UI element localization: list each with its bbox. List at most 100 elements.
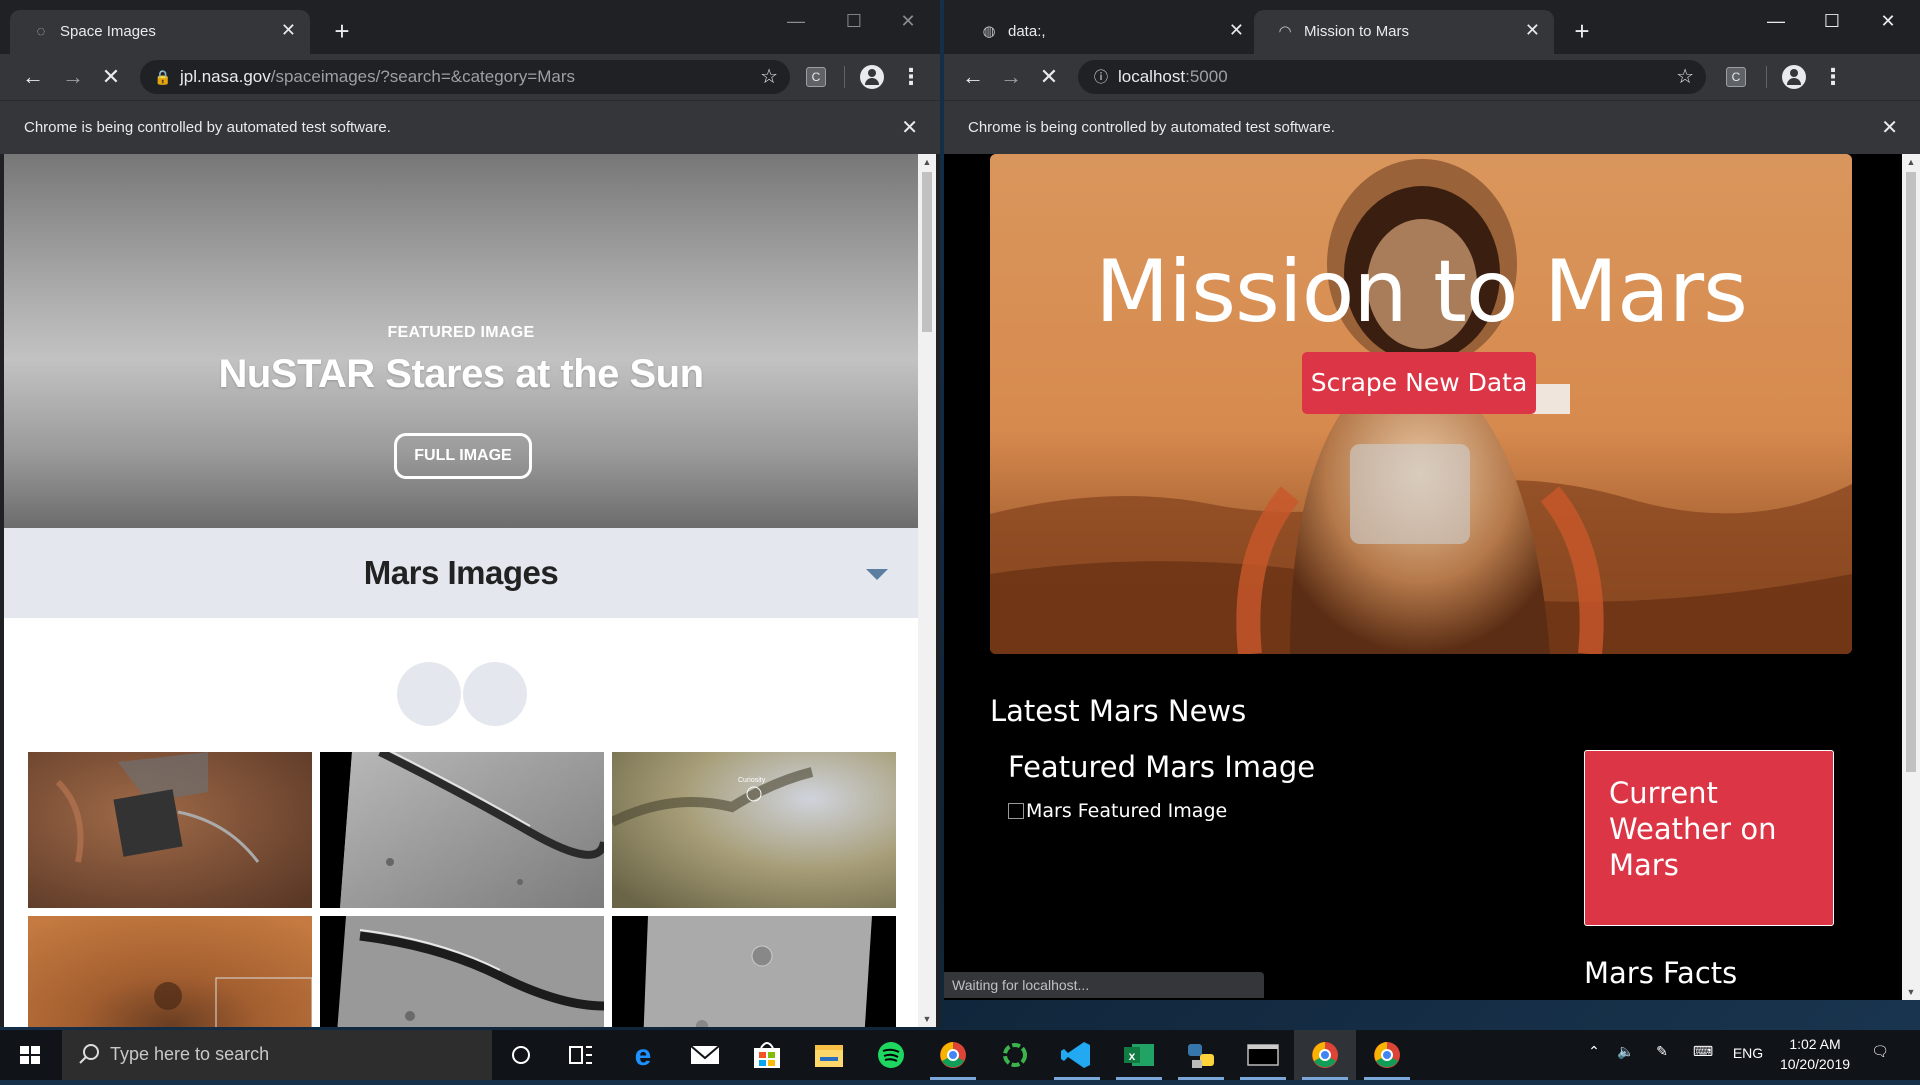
search-placeholder: Type here to search: [110, 1044, 270, 1064]
close-window-button[interactable]: ✕: [880, 6, 936, 36]
taskbar-file-explorer[interactable]: [798, 1030, 860, 1080]
tab-data-url[interactable]: ◍ data:, ✕: [958, 10, 1258, 54]
forward-arrow-icon[interactable]: →: [996, 62, 1026, 92]
url-host: jpl.nasa.gov: [180, 67, 271, 86]
taskbar-spotify[interactable]: [860, 1030, 922, 1080]
gallery-title: Mars Images: [363, 554, 559, 591]
terminal-icon: [1247, 1044, 1279, 1066]
scrape-new-data-button[interactable]: Scrape New Data: [1302, 352, 1536, 414]
featured-image-alt-text: Mars Featured Image: [1026, 800, 1228, 822]
tab-close-icon[interactable]: ✕: [1229, 20, 1244, 41]
infobar-close-icon[interactable]: ✕: [901, 115, 918, 140]
chrome-menu-icon[interactable]: ⋮: [1822, 62, 1844, 92]
taskbar-chrome-profile[interactable]: [922, 1030, 984, 1080]
maximize-button[interactable]: ☐: [1804, 6, 1860, 36]
bookmark-star-icon[interactable]: ☆: [1676, 64, 1694, 89]
page-viewport: FEATURED IMAGE NuSTAR Stares at the Sun …: [4, 154, 936, 1027]
stop-loading-icon[interactable]: ✕: [1034, 62, 1064, 92]
address-bar[interactable]: 🔒 jpl.nasa.gov/spaceimages/?search=&cate…: [140, 60, 790, 94]
featured-image-title: NuSTAR Stares at the Sun: [218, 352, 704, 396]
vertical-scrollbar[interactable]: ▲ ▼: [1902, 154, 1920, 1000]
pen-workspace-icon[interactable]: ✎: [1650, 1043, 1674, 1060]
automation-infobar: Chrome is being controlled by automated …: [0, 100, 940, 154]
extension-icon[interactable]: C: [806, 67, 826, 87]
taskbar-excel[interactable]: x: [1108, 1030, 1170, 1080]
task-view-button[interactable]: [550, 1030, 612, 1080]
tab-close-icon[interactable]: ✕: [1525, 20, 1540, 41]
full-image-button[interactable]: FULL IMAGE: [394, 433, 532, 479]
mars-thumbnail-1[interactable]: [28, 752, 312, 908]
start-button[interactable]: [0, 1030, 62, 1080]
page-viewport: Mission to Mars Scrape New Data Latest M…: [944, 154, 1920, 1000]
chrome-icon: [940, 1042, 966, 1068]
scroll-thumb[interactable]: [1906, 172, 1916, 772]
tab-title: data:,: [1008, 23, 1046, 40]
info-icon[interactable]: ⓘ: [1092, 68, 1110, 86]
chrome-menu-icon[interactable]: ⋮: [900, 62, 922, 92]
automation-infobar: Chrome is being controlled by automated …: [944, 100, 1920, 154]
taskbar-edge[interactable]: e: [612, 1030, 674, 1080]
taskbar-python[interactable]: [1170, 1030, 1232, 1080]
mars-thumbnail-2[interactable]: [320, 752, 604, 908]
new-tab-button[interactable]: +: [326, 16, 358, 48]
extension-icon[interactable]: C: [1726, 67, 1746, 87]
taskbar-sync-app[interactable]: [984, 1030, 1046, 1080]
mars-thumbnail-4[interactable]: [28, 916, 312, 1027]
loading-favicon-icon: ◌: [36, 23, 46, 40]
svg-text:x: x: [1129, 1049, 1136, 1063]
cortana-button[interactable]: [490, 1030, 552, 1080]
chevron-down-icon[interactable]: [866, 569, 888, 580]
vertical-scrollbar[interactable]: ▲ ▼: [918, 154, 936, 1027]
tab-title: Mission to Mars: [1304, 23, 1410, 40]
clock-time[interactable]: 1:02 AM: [1770, 1036, 1860, 1052]
bookmark-star-icon[interactable]: ☆: [760, 64, 778, 89]
address-bar[interactable]: ⓘ localhost:5000 ☆: [1078, 60, 1706, 94]
scroll-down-arrow-icon[interactable]: ▼: [921, 1013, 933, 1025]
scroll-up-arrow-icon[interactable]: ▲: [1905, 156, 1917, 168]
profile-avatar-icon[interactable]: [1782, 65, 1806, 89]
broken-image-icon: [1008, 803, 1024, 819]
folder-icon: [815, 1045, 843, 1067]
infobar-message: Chrome is being controlled by automated …: [24, 119, 391, 136]
scroll-thumb[interactable]: [922, 172, 932, 332]
profile-avatar-icon[interactable]: [860, 65, 884, 89]
gallery-header[interactable]: Mars Images: [4, 528, 918, 618]
tab-close-icon[interactable]: ✕: [281, 20, 296, 41]
show-hidden-icons-chevron-icon[interactable]: ⌃: [1584, 1043, 1604, 1060]
clock-date[interactable]: 10/20/2019: [1766, 1056, 1864, 1072]
taskbar-chrome-active[interactable]: [1294, 1030, 1356, 1080]
infobar-close-icon[interactable]: ✕: [1881, 115, 1898, 140]
mars-facts-heading: Mars Facts: [1584, 956, 1738, 990]
new-tab-button[interactable]: +: [1566, 16, 1598, 48]
featured-image-hero: FEATURED IMAGE NuSTAR Stares at the Sun …: [4, 154, 918, 528]
featured-image-heading: Featured Mars Image: [1008, 750, 1316, 784]
tab-space-images[interactable]: ◌ Space Images ✕: [10, 10, 310, 54]
input-language[interactable]: ENG: [1728, 1045, 1768, 1061]
touch-keyboard-icon[interactable]: ⌨: [1688, 1043, 1718, 1060]
minimize-button[interactable]: —: [768, 6, 824, 36]
notification-center-icon[interactable]: 🗨: [1868, 1043, 1892, 1060]
close-window-button[interactable]: ✕: [1860, 6, 1916, 36]
back-arrow-icon[interactable]: ←: [18, 62, 48, 92]
taskbar-search-box[interactable]: Type here to search: [62, 1030, 492, 1080]
mars-thumbnail-6[interactable]: [612, 916, 896, 1027]
taskbar-store[interactable]: [736, 1030, 798, 1080]
taskbar-chrome-second[interactable]: [1356, 1030, 1418, 1080]
mars-thumbnail-5[interactable]: [320, 916, 604, 1027]
stop-loading-icon[interactable]: ✕: [96, 62, 126, 92]
page-title: Mission to Mars: [1095, 242, 1748, 342]
taskbar-mail[interactable]: [674, 1030, 736, 1080]
minimize-button[interactable]: —: [1748, 6, 1804, 36]
back-arrow-icon[interactable]: ←: [958, 62, 988, 92]
scroll-down-arrow-icon[interactable]: ▼: [1905, 986, 1917, 998]
taskbar-terminal[interactable]: [1232, 1030, 1294, 1080]
volume-icon[interactable]: 🔈: [1614, 1043, 1638, 1060]
taskbar-vscode[interactable]: [1046, 1030, 1108, 1080]
url-path: :5000: [1185, 67, 1228, 86]
tab-mission-to-mars[interactable]: ◠ Mission to Mars ✕: [1254, 10, 1554, 54]
scroll-up-arrow-icon[interactable]: ▲: [921, 156, 933, 168]
forward-arrow-icon[interactable]: →: [58, 62, 88, 92]
mars-jumbotron: Mission to Mars Scrape New Data: [990, 154, 1852, 654]
maximize-button[interactable]: ☐: [826, 6, 882, 36]
mars-thumbnail-3[interactable]: Curiosity: [612, 752, 896, 908]
